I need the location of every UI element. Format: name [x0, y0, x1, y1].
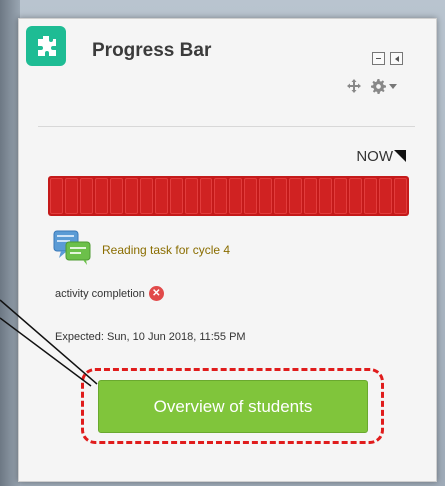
- progress-segment[interactable]: [289, 178, 303, 214]
- minimize-icon[interactable]: [372, 52, 385, 65]
- progress-segment[interactable]: [349, 178, 363, 214]
- overview-of-students-button[interactable]: Overview of students: [98, 380, 368, 433]
- progress-segment[interactable]: [124, 178, 138, 214]
- activity-completion: activity completion ✕: [55, 286, 164, 301]
- chat-icon: [53, 230, 91, 265]
- progress-segment[interactable]: [109, 178, 123, 214]
- progress-segment[interactable]: [259, 178, 273, 214]
- progress-segment[interactable]: [244, 178, 258, 214]
- page-frame: [0, 0, 20, 486]
- progress-segment[interactable]: [364, 178, 377, 214]
- progress-segment[interactable]: [274, 178, 288, 214]
- header-divider: [38, 126, 415, 127]
- progress-segment[interactable]: [94, 178, 108, 214]
- progress-segment[interactable]: [184, 178, 198, 214]
- activity-link[interactable]: Reading task for cycle 4: [102, 243, 230, 257]
- progress-segment[interactable]: [304, 178, 318, 214]
- progress-segment[interactable]: [199, 178, 213, 214]
- progress-segment[interactable]: [393, 178, 407, 214]
- incomplete-icon: ✕: [148, 286, 164, 301]
- progress-segment[interactable]: [378, 178, 392, 214]
- progress-segment[interactable]: [139, 178, 153, 214]
- progress-segment[interactable]: [64, 178, 78, 214]
- progress-segment[interactable]: [169, 178, 183, 214]
- gear-icon[interactable]: [371, 79, 386, 94]
- progress-segment[interactable]: [319, 178, 333, 214]
- move-icon[interactable]: [347, 79, 361, 93]
- progress-bar: [48, 176, 409, 216]
- progress-segment[interactable]: [229, 178, 243, 214]
- progress-segment[interactable]: [50, 178, 63, 214]
- block-title: Progress Bar: [92, 40, 212, 61]
- progress-segment[interactable]: [214, 178, 228, 214]
- progress-segment[interactable]: [154, 178, 168, 214]
- completion-label: activity completion: [55, 287, 145, 300]
- dock-icon[interactable]: [390, 52, 403, 65]
- chevron-down-icon[interactable]: [389, 84, 397, 89]
- now-marker-icon: [394, 150, 406, 162]
- progress-segment[interactable]: [79, 178, 93, 214]
- now-label: NOW: [356, 148, 393, 165]
- puzzle-piece-icon: [26, 26, 66, 66]
- expected-date: Expected: Sun, 10 Jun 2018, 11:55 PM: [55, 331, 246, 343]
- progress-segment[interactable]: [334, 178, 348, 214]
